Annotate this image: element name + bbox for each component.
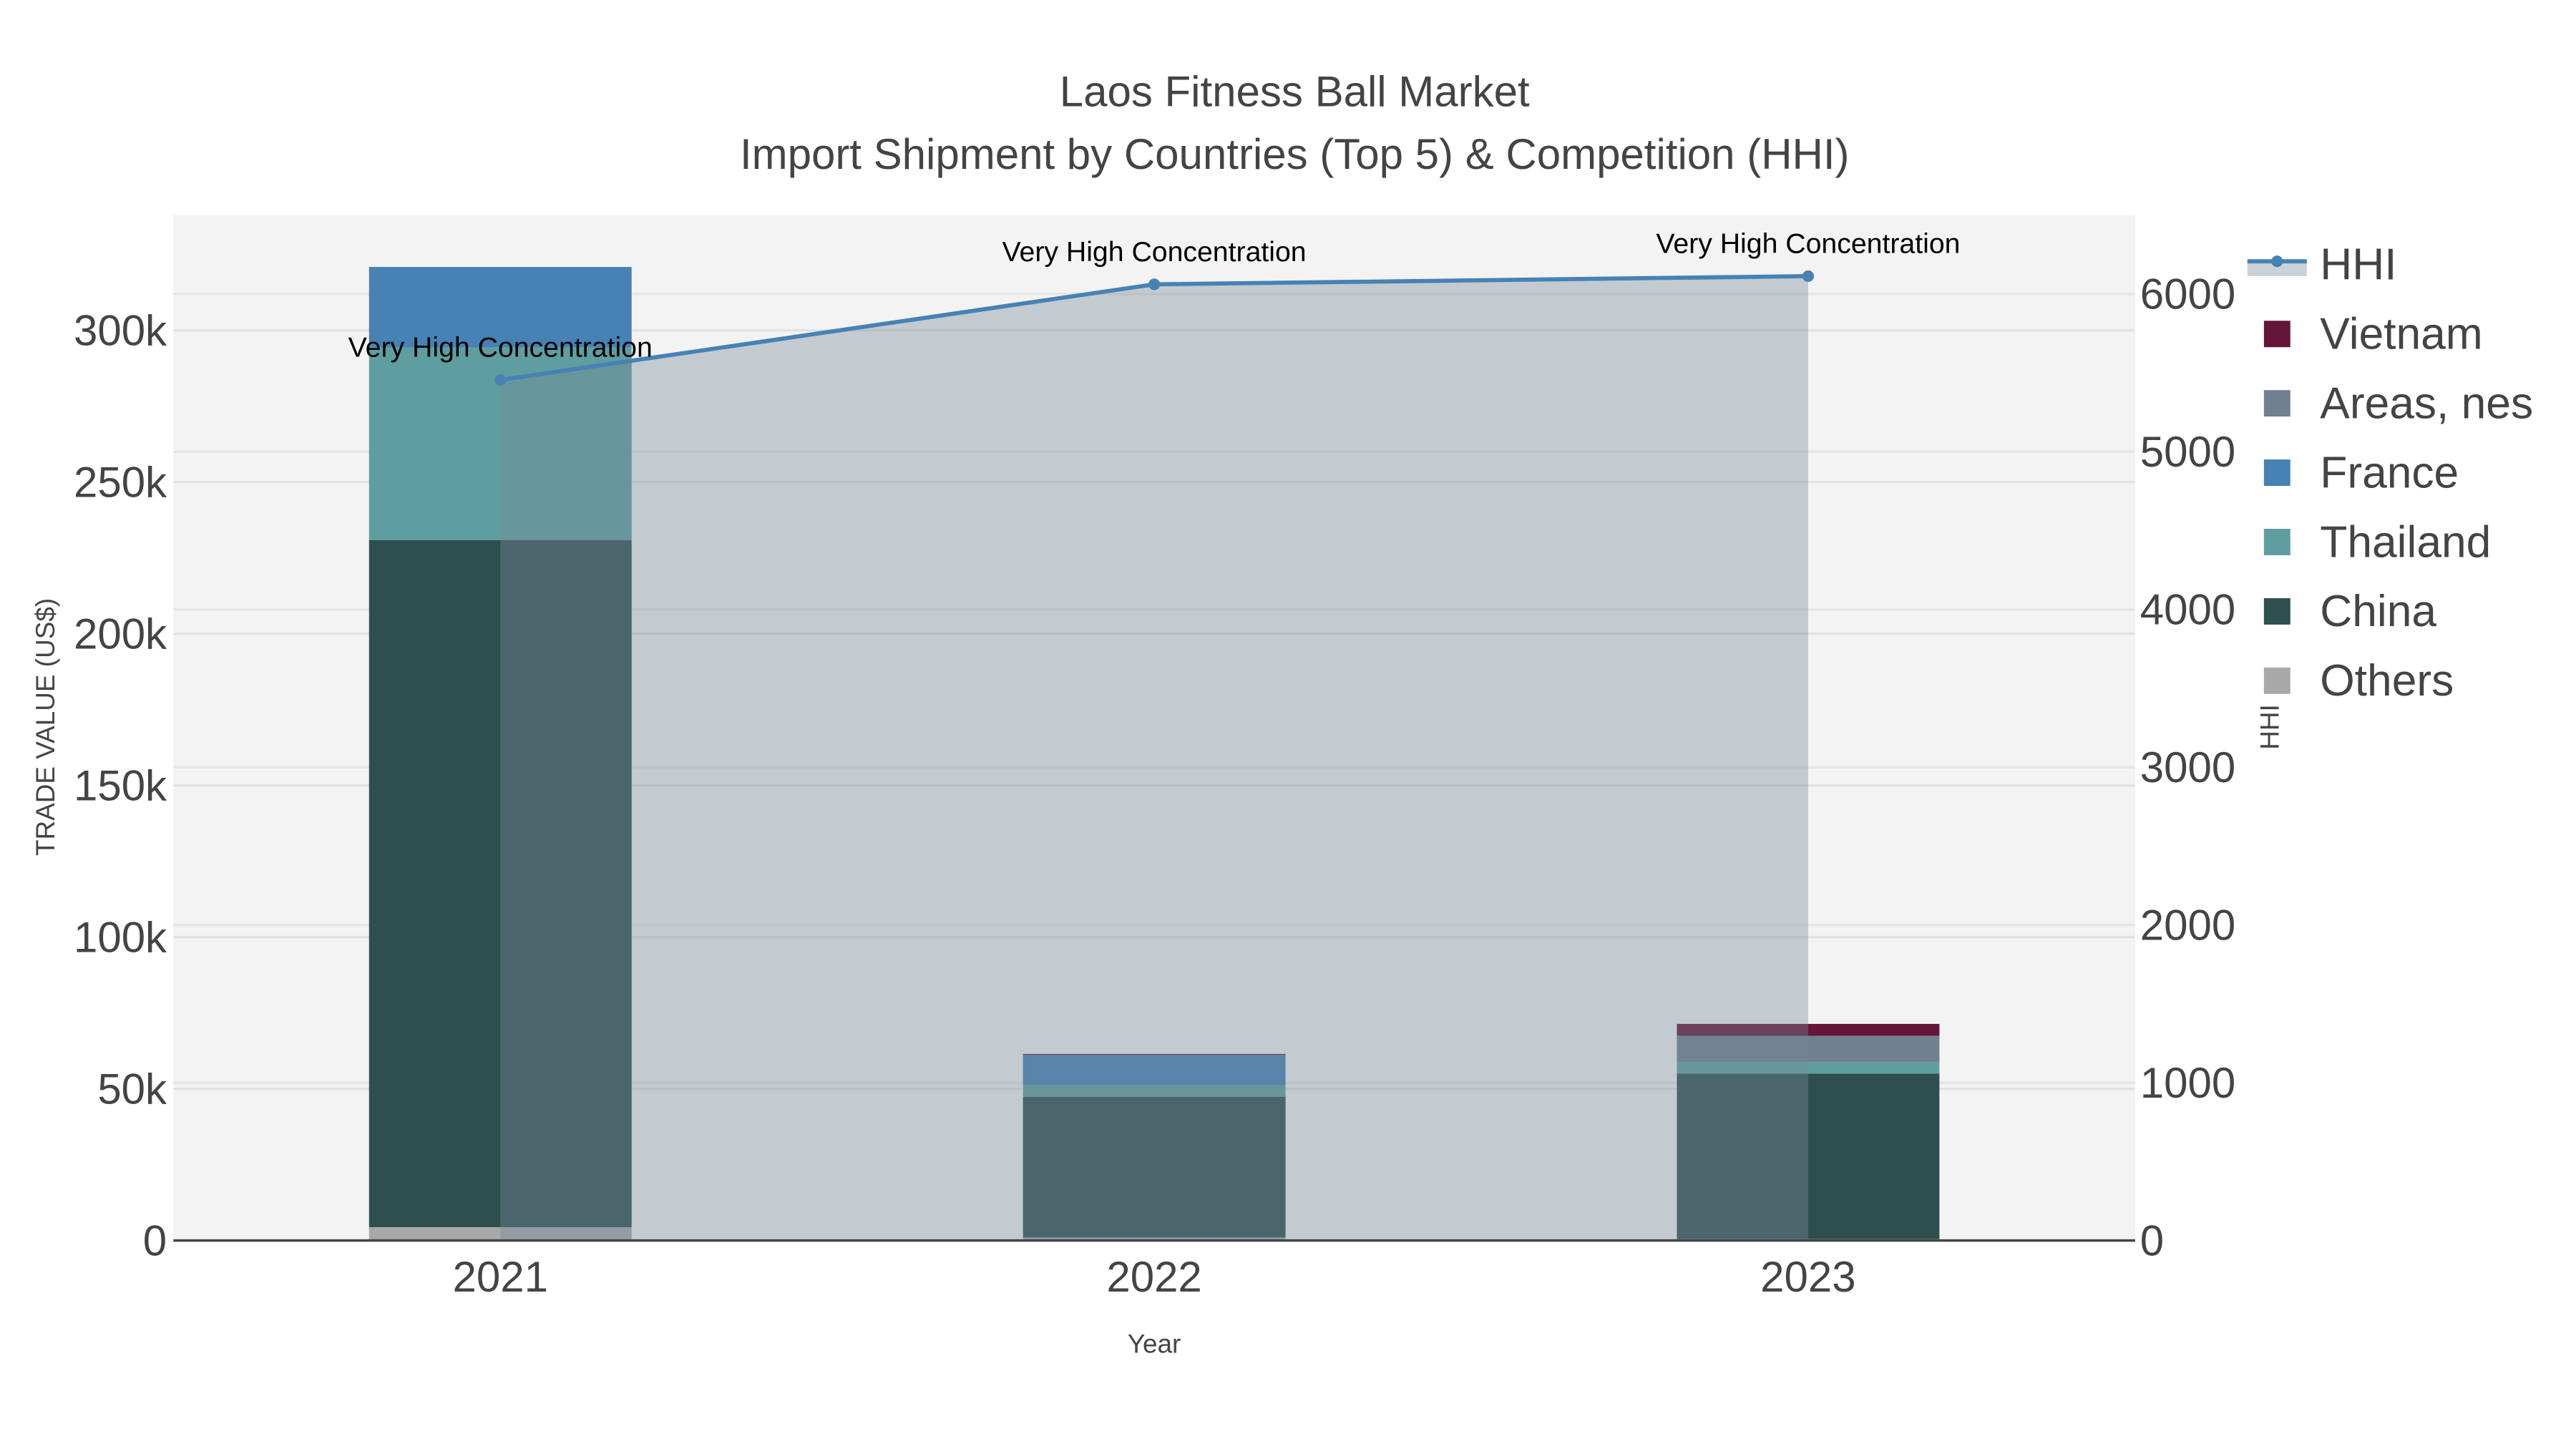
- legend-swatch: [2263, 529, 2290, 555]
- x-tick-label: 2021: [452, 1253, 547, 1301]
- hhi-point-2023: [1802, 270, 1814, 282]
- legend-label: China: [2320, 587, 2436, 636]
- y-tick-label: 250k: [74, 458, 167, 506]
- y2-tick-label: 0: [2140, 1216, 2164, 1264]
- legend-label: Areas, nes: [2320, 379, 2533, 428]
- y-tick-label: 200k: [74, 610, 167, 658]
- chart-subtitle: Import Shipment by Countries (Top 5) & C…: [740, 130, 1850, 178]
- y-tick-label: 100k: [74, 913, 167, 961]
- legend-label: Vietnam: [2320, 309, 2482, 358]
- hhi-annotation: Very High Concentration: [1002, 236, 1307, 268]
- y-tick-label: 150k: [74, 761, 167, 809]
- legend-label: Others: [2320, 656, 2454, 706]
- hhi-area: [500, 275, 1808, 1241]
- legend-swatch: [2263, 459, 2290, 487]
- y2-tick-label: 3000: [2140, 743, 2235, 791]
- y2-axis-title: HHI: [2255, 704, 2285, 750]
- y-tick-label: 300k: [74, 306, 167, 354]
- chart: Laos Fitness Ball Market Import Shipment…: [31, 67, 2533, 1359]
- legend-label: France: [2320, 448, 2459, 497]
- y2-tick-label: 2000: [2140, 901, 2235, 949]
- legend-swatch: [2263, 667, 2290, 694]
- legend-label: HHI: [2320, 240, 2396, 290]
- legend-swatch: [2263, 390, 2290, 417]
- y-tick-label: 50k: [97, 1065, 167, 1113]
- hhi-point-2021: [494, 374, 507, 386]
- x-axis-title: Year: [1128, 1330, 1181, 1359]
- legend-swatch: [2263, 321, 2290, 348]
- y2-tick-label: 5000: [2140, 428, 2235, 476]
- chart-title: Laos Fitness Ball Market: [1060, 67, 1530, 115]
- legend-label: Thailand: [2320, 517, 2491, 567]
- y2-tick-label: 4000: [2140, 586, 2235, 634]
- hhi-point-2022: [1148, 278, 1161, 291]
- y2-tick-label: 6000: [2140, 270, 2235, 318]
- legend: HHI Vietnam Areas, nes France Thailand China O…: [2247, 240, 2533, 706]
- y2-tick-label: 1000: [2140, 1059, 2235, 1107]
- legend-hhi-marker: [2271, 255, 2283, 268]
- legend-swatch: [2263, 597, 2290, 625]
- y-axis-title: TRADE VALUE (US$): [31, 598, 60, 856]
- x-tick-label: 2023: [1760, 1253, 1855, 1301]
- x-tick-label: 2022: [1106, 1253, 1201, 1301]
- y-tick-label: 0: [143, 1216, 167, 1264]
- hhi-annotation: Very High Concentration: [348, 332, 653, 364]
- hhi-annotation: Very High Concentration: [1656, 228, 1960, 260]
